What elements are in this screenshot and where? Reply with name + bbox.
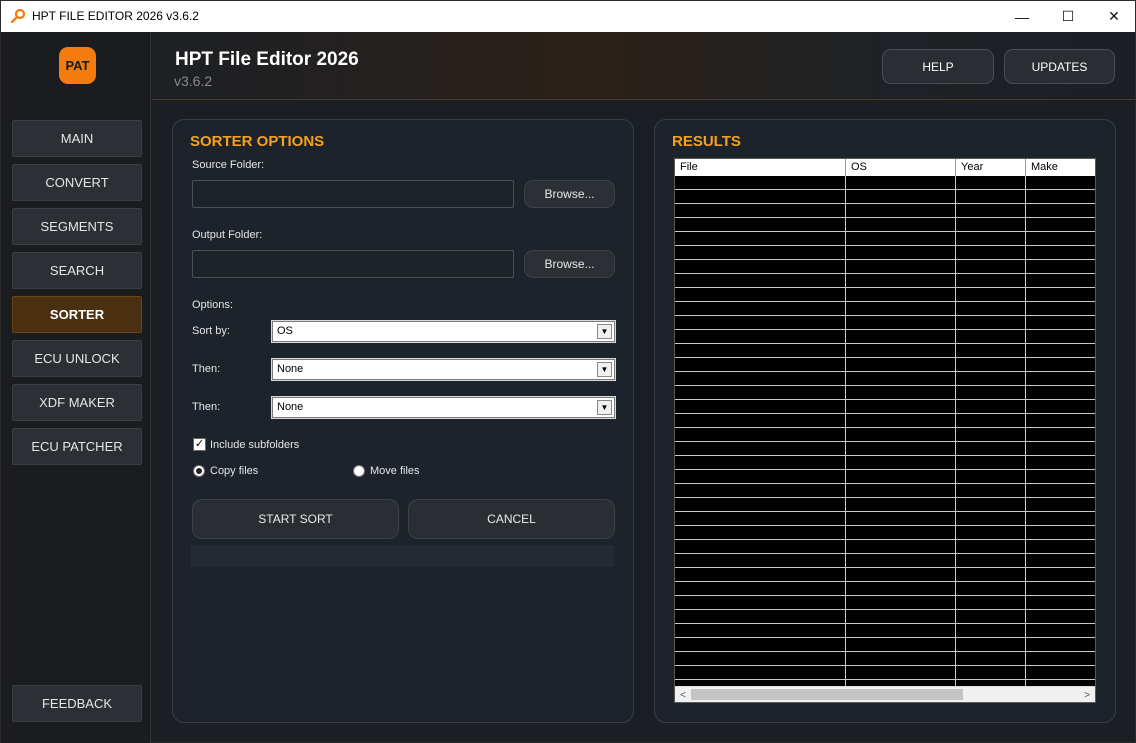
sort-by-label: Sort by: <box>192 325 230 337</box>
then-value-1: None <box>277 363 304 375</box>
nav-sorter[interactable]: SORTER <box>12 296 142 333</box>
include-subfolders-label: Include subfolders <box>210 439 300 451</box>
include-subfolders-checkbox[interactable]: ✓ <box>193 438 206 451</box>
app-version: v3.6.2 <box>174 73 213 89</box>
then-label-2: Then: <box>192 401 221 413</box>
nav-convert[interactable]: CONVERT <box>12 164 142 201</box>
help-button[interactable]: HELP <box>882 49 994 84</box>
minimize-button[interactable]: — <box>999 1 1045 32</box>
nav-ecu-unlock[interactable]: ECU UNLOCK <box>12 340 142 377</box>
column-divider <box>1025 176 1026 686</box>
cancel-button[interactable]: CANCEL <box>408 499 615 539</box>
sort-by-value: OS <box>277 325 293 337</box>
minimize-icon: — <box>1015 8 1029 25</box>
column-header-os[interactable]: OS <box>846 159 956 176</box>
nav-xdf-maker[interactable]: XDF MAKER <box>12 384 142 421</box>
results-grid[interactable]: File OS Year Make < > <box>674 158 1096 703</box>
app-icon <box>10 9 26 23</box>
sidebar: PAT MAIN CONVERT SEGMENTS SEARCH SORTER … <box>1 32 151 743</box>
chevron-down-icon[interactable]: ▼ <box>597 324 612 339</box>
source-folder-label: Source Folder: <box>192 159 265 171</box>
feedback-button[interactable]: FEEDBACK <box>12 685 142 722</box>
column-divider <box>845 176 846 686</box>
window-title: HPT FILE EDITOR 2026 v3.6.2 <box>32 9 199 23</box>
sort-progress-bar <box>191 545 614 567</box>
sort-by-select[interactable]: OS ▼ <box>271 320 616 343</box>
chevron-down-icon[interactable]: ▼ <box>597 362 612 377</box>
maximize-button[interactable]: ☐ <box>1045 1 1091 32</box>
move-files-label: Move files <box>370 465 420 477</box>
nav-segments[interactable]: SEGMENTS <box>12 208 142 245</box>
column-header-file[interactable]: File <box>675 159 846 176</box>
browse-source-button[interactable]: Browse... <box>524 180 615 208</box>
results-header-row: File OS Year Make <box>675 159 1095 176</box>
header: HPT File Editor 2026 v3.6.2 HELP UPDATES <box>152 32 1135 100</box>
options-label: Options: <box>192 299 233 311</box>
updates-button[interactable]: UPDATES <box>1004 49 1115 84</box>
results-title: RESULTS <box>672 133 741 150</box>
nav-search[interactable]: SEARCH <box>12 252 142 289</box>
scroll-right-icon[interactable]: > <box>1079 687 1095 702</box>
copy-files-label: Copy files <box>210 465 259 477</box>
panel-title: SORTER OPTIONS <box>190 133 325 150</box>
close-button[interactable]: ✕ <box>1091 1 1136 32</box>
then-label-1: Then: <box>192 363 221 375</box>
results-rows <box>675 176 1095 686</box>
chevron-down-icon[interactable]: ▼ <box>597 400 612 415</box>
maximize-icon: ☐ <box>1061 8 1075 24</box>
output-folder-label: Output Folder: <box>192 229 263 241</box>
then-select-1[interactable]: None ▼ <box>271 358 616 381</box>
output-folder-input[interactable] <box>192 250 514 278</box>
nav-ecu-patcher[interactable]: ECU PATCHER <box>12 428 142 465</box>
logo: PAT <box>59 47 96 84</box>
app-window: HPT FILE EDITOR 2026 v3.6.2 — ☐ ✕ PAT MA… <box>0 0 1136 743</box>
browse-output-button[interactable]: Browse... <box>524 250 615 278</box>
scroll-left-icon[interactable]: < <box>675 687 691 702</box>
then-select-2[interactable]: None ▼ <box>271 396 616 419</box>
then-value-2: None <box>277 401 304 413</box>
move-files-radio[interactable] <box>353 465 365 477</box>
close-icon: ✕ <box>1108 8 1120 24</box>
nav-main[interactable]: MAIN <box>12 120 142 157</box>
checkmark-icon: ✓ <box>194 438 205 450</box>
column-divider <box>955 176 956 686</box>
start-sort-button[interactable]: START SORT <box>192 499 399 539</box>
app-title: HPT File Editor 2026 <box>175 49 359 70</box>
radio-selected-dot <box>196 468 202 474</box>
copy-files-radio[interactable] <box>193 465 205 477</box>
title-bar: HPT FILE EDITOR 2026 v3.6.2 — ☐ ✕ <box>1 1 1135 32</box>
scroll-thumb[interactable] <box>691 689 963 700</box>
column-header-year[interactable]: Year <box>956 159 1026 176</box>
sorter-options-panel: SORTER OPTIONS Source Folder: Browse... … <box>172 119 634 723</box>
column-header-make[interactable]: Make <box>1026 159 1095 176</box>
horizontal-scrollbar[interactable]: < > <box>675 686 1095 702</box>
source-folder-input[interactable] <box>192 180 514 208</box>
